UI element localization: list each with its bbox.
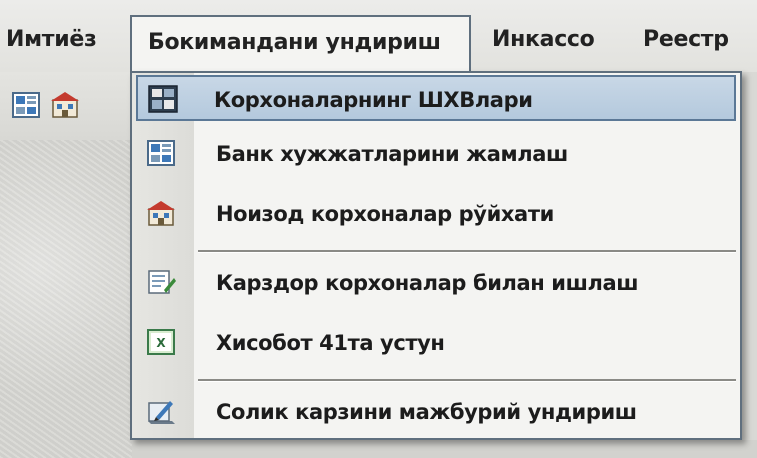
menu-option-label: Ноизод корхоналар рўйхати <box>216 202 554 226</box>
menu-separator <box>198 379 736 382</box>
workspace-edge <box>742 72 757 458</box>
menu-option-label: Банк хужжатларини жамлаш <box>216 142 568 166</box>
menu-separator <box>198 250 736 253</box>
menu-option-shxv[interactable]: Корхоналарнинг ШХВлари <box>136 75 736 121</box>
workspace-background <box>0 140 132 458</box>
menu-item-bokimandani-undirish[interactable]: Бокимандани ундириш <box>130 15 471 73</box>
toolbar <box>0 72 132 140</box>
menu-option-noizod-korxonalar[interactable]: Ноизод корхоналар рўйхати <box>136 191 736 237</box>
menu-option-qarzdor-korxonalar[interactable]: Карздор корхоналар билан ишлаш <box>136 260 736 306</box>
menu-option-label: Корхоналарнинг ШХВлари <box>214 88 533 112</box>
menu-option-label: Солик карзини мажбурий ундириш <box>216 400 637 424</box>
menu-option-hisobot-41[interactable]: X Хисобот 41та устун <box>136 320 736 366</box>
menu-bar: Имтиёз Бокимандани ундириш Инкассо Реест… <box>0 0 757 73</box>
svg-text:X: X <box>156 336 166 350</box>
menu-option-label: Хисобот 41та устун <box>216 331 445 355</box>
workspace-bottom <box>132 440 757 458</box>
menu-option-label: Карздор корхоналар билан ишлаш <box>216 271 639 295</box>
building-list-icon[interactable] <box>50 90 80 120</box>
document-grid-icon[interactable] <box>11 90 41 120</box>
menu-item-inkasso[interactable]: Инкассо <box>492 20 595 60</box>
table-grid-icon <box>148 85 178 113</box>
menu-item-imtiyoz[interactable]: Имтиёз <box>6 20 97 60</box>
spreadsheet-icon: X <box>146 328 176 356</box>
menu-option-bank-hujjatlar[interactable]: Банк хужжатларини жамлаш <box>136 131 736 177</box>
dropdown-menu: Корхоналарнинг ШХВлари Банк хужжатларини… <box>130 71 742 440</box>
menu-item-reestr[interactable]: Реестр <box>643 20 729 60</box>
document-grid-icon <box>146 139 176 167</box>
menu-icon-gutter <box>132 73 194 438</box>
menu-option-soliq-qarzini-undirish[interactable]: Солик карзини мажбурий ундириш <box>136 389 736 435</box>
building-list-icon <box>146 199 176 227</box>
edit-document-icon <box>146 268 176 296</box>
pencil-sheet-icon <box>146 397 176 425</box>
